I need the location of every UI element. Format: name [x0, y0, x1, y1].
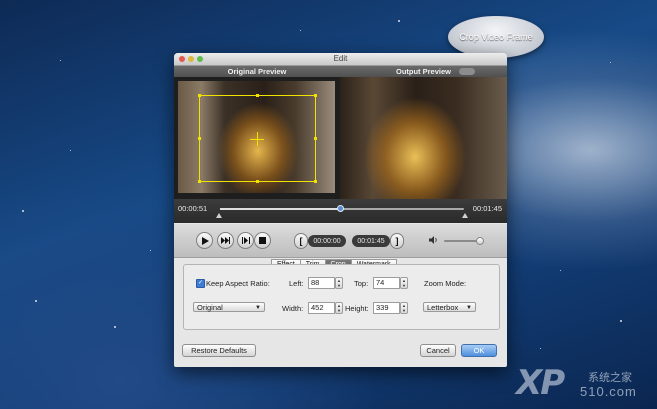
set-end-button[interactable]: ] [390, 233, 404, 249]
playback-controls: [ 00:00:00 00:01:45 ] [174, 224, 507, 258]
star [22, 210, 24, 212]
preview-area [174, 77, 507, 199]
set-end-bracket-icon: ] [395, 236, 399, 246]
aspect-ratio-value: Original [197, 303, 223, 312]
top-value: 74 [376, 278, 385, 287]
timeline-bar: 00:00:51 00:01:45 [174, 199, 507, 223]
height-input[interactable]: 339 [373, 302, 400, 314]
keep-aspect-checkbox[interactable]: ✓ [196, 279, 205, 288]
star [60, 60, 61, 61]
star [398, 20, 400, 22]
star [70, 150, 71, 151]
trim-start-time: 00:00:00 [308, 235, 346, 247]
width-stepper[interactable]: ▲ ▼ [335, 302, 343, 314]
window-title: Edit [333, 54, 348, 63]
callout-bubble: Crop Video Frame [448, 16, 544, 58]
original-preview-pane [178, 81, 335, 193]
trim-end-marker[interactable] [462, 213, 468, 218]
output-preview-label: Output Preview [395, 67, 451, 76]
star [560, 270, 561, 271]
set-start-bracket-icon: [ [299, 236, 303, 246]
star [114, 326, 116, 328]
preview-header: Original Preview Output Preview [174, 66, 507, 77]
chevron-down-icon: ▼ [255, 305, 261, 311]
cancel-button[interactable]: Cancel [420, 344, 456, 357]
crop-selection-rect[interactable] [198, 94, 317, 183]
crop-panel: ✓ Keep Aspect Ratio: Left: 88 ▲ ▼ Top: 74… [183, 264, 500, 330]
zoom-mode-value: Letterbox [427, 303, 459, 312]
crop-handle-ne[interactable] [314, 94, 317, 97]
aspect-ratio-select[interactable]: Original ▼ [193, 302, 265, 312]
fast-forward-button[interactable] [217, 232, 234, 249]
site-watermark-cn: 系统之家 [588, 372, 632, 384]
current-time: 00:00:51 [178, 204, 208, 213]
star [300, 30, 301, 31]
crop-handle-e[interactable] [314, 137, 317, 140]
star [610, 62, 611, 63]
cancel-label: Cancel [426, 346, 450, 355]
site-watermark-url: 510.com [580, 384, 637, 399]
timeline-progress [220, 208, 340, 210]
trim-start-marker[interactable] [216, 213, 222, 218]
total-time: 00:01:45 [472, 204, 502, 213]
crop-handle-nw[interactable] [198, 94, 201, 97]
crop-handle-n[interactable] [256, 94, 259, 97]
height-label: Height: [345, 304, 369, 313]
crop-handle-se[interactable] [314, 180, 317, 183]
left-label: Left: [289, 279, 304, 288]
left-input[interactable]: 88 [308, 277, 335, 289]
restore-defaults-button[interactable]: Restore Defaults [182, 344, 256, 357]
star [150, 250, 151, 251]
width-value: 452 [311, 303, 324, 312]
original-preview-label: Original Preview [227, 67, 287, 76]
width-label: Width: [282, 304, 304, 313]
ok-button[interactable]: OK [461, 344, 497, 357]
checkmark-icon: ✓ [197, 280, 204, 286]
timeline-track[interactable] [220, 205, 464, 212]
height-value: 339 [376, 303, 389, 312]
width-input[interactable]: 452 [308, 302, 335, 314]
zoom-mode-select[interactable]: Letterbox ▼ [423, 302, 476, 312]
output-video-frame [340, 77, 507, 199]
crop-center-crosshair [257, 132, 258, 146]
frame-step-button[interactable] [237, 232, 254, 249]
height-stepper[interactable]: ▲ ▼ [400, 302, 408, 314]
step-forward-icon [221, 237, 230, 244]
trim-end-time: 00:01:45 [352, 235, 390, 247]
crop-handle-s[interactable] [256, 180, 259, 183]
callout-text: Crop Video Frame [459, 32, 533, 42]
edit-window: Edit Original Preview Output Preview 00:… [174, 53, 507, 367]
frame-step-icon [241, 237, 250, 244]
output-preview-pane [340, 77, 507, 199]
site-watermark-logo: XP [516, 363, 565, 403]
keep-aspect-label: Keep Aspect Ratio: [206, 279, 270, 288]
trim-end-time-text: 00:01:45 [357, 237, 385, 245]
top-stepper[interactable]: ▲ ▼ [400, 277, 408, 289]
restore-defaults-label: Restore Defaults [191, 346, 247, 355]
zoom-mode-label: Zoom Mode: [424, 279, 467, 288]
top-input[interactable]: 74 [373, 277, 400, 289]
stop-icon [259, 237, 266, 244]
volume-icon [429, 236, 439, 246]
left-value: 88 [311, 278, 320, 287]
set-start-button[interactable]: [ [294, 233, 308, 249]
volume-slider[interactable] [444, 237, 484, 245]
star [620, 320, 622, 322]
star [35, 300, 37, 302]
stop-button[interactable] [254, 232, 271, 249]
crop-handle-w[interactable] [198, 137, 201, 140]
play-icon [201, 236, 209, 245]
crop-handle-sw[interactable] [198, 180, 201, 183]
star [540, 348, 541, 349]
play-button[interactable] [196, 232, 213, 249]
left-stepper[interactable]: ▲ ▼ [335, 277, 343, 289]
volume-slider-knob[interactable] [476, 237, 484, 245]
timeline-playhead[interactable] [337, 205, 344, 212]
top-label: Top: [354, 279, 369, 288]
chevron-down-icon: ▼ [466, 305, 472, 311]
output-preview-toggle[interactable] [459, 68, 475, 75]
trim-start-time-text: 00:00:00 [313, 237, 341, 245]
ok-label: OK [473, 346, 485, 355]
title-bar: Edit [174, 53, 507, 66]
